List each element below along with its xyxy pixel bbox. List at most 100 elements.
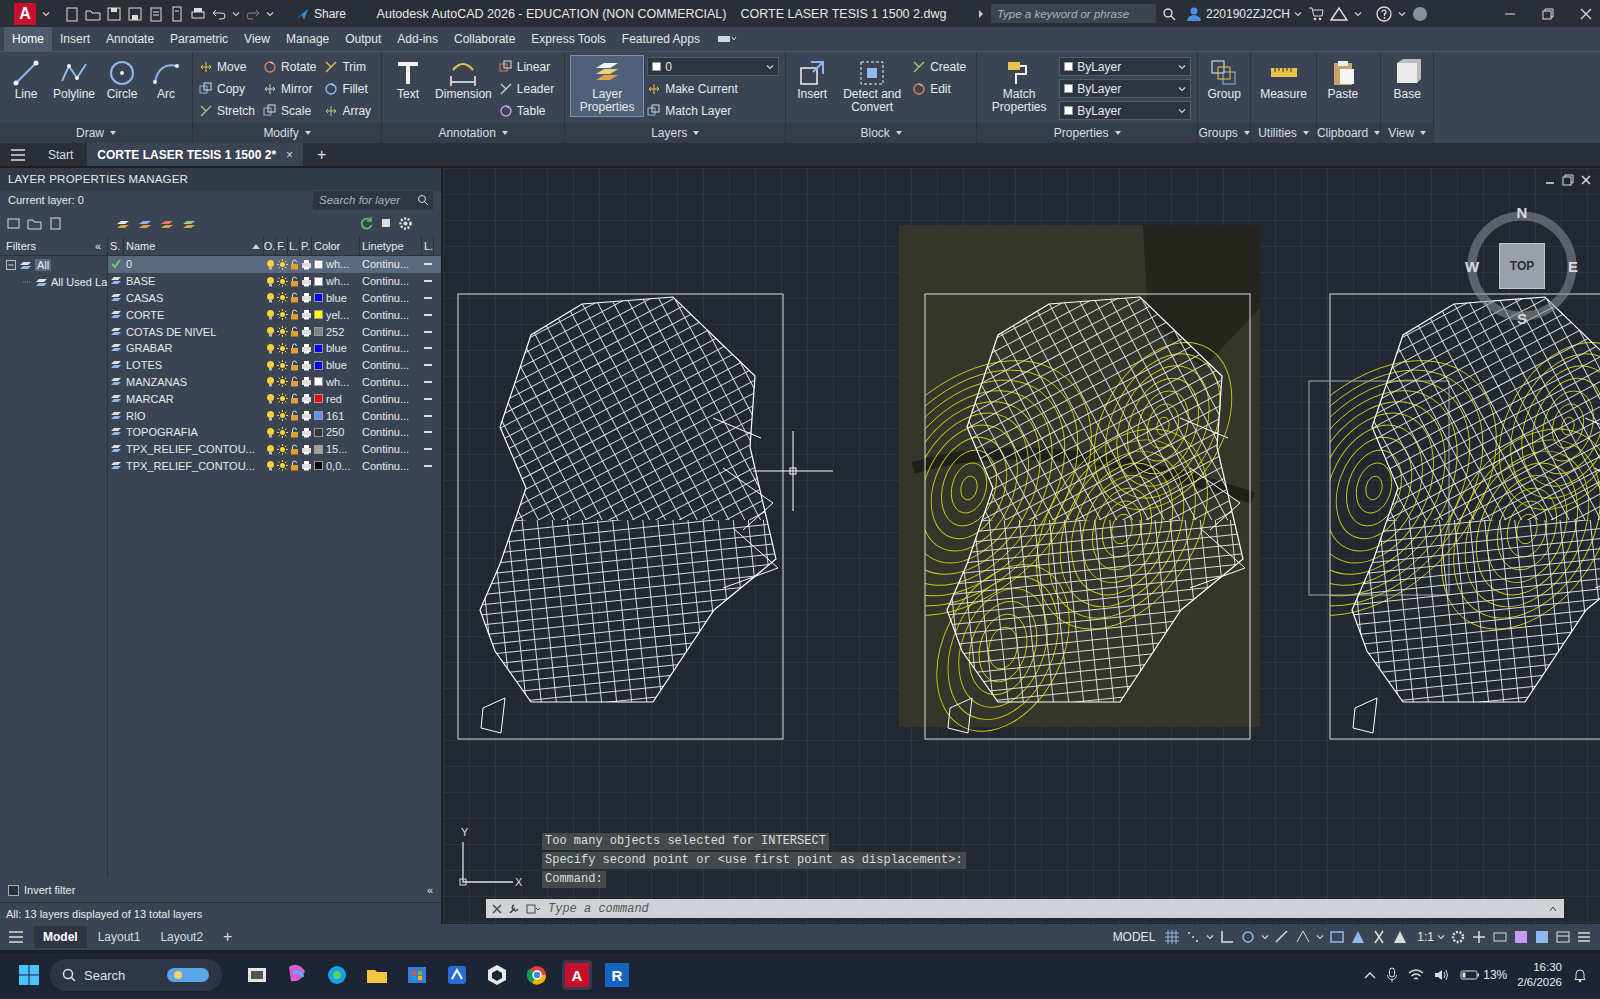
linetype-cell[interactable]: Continu... [360,390,422,407]
layer-row[interactable]: GRABARblueContinu... [108,340,441,357]
status-toggle-icon[interactable] [1371,929,1387,945]
ribbon-button[interactable]: Array [324,100,375,121]
panel-title[interactable]: Draw [0,123,192,143]
toolbar-icon[interactable] [64,6,80,22]
ribbon-tab[interactable]: Output [337,27,389,51]
wifi-icon[interactable] [1408,968,1424,982]
ribbon-button[interactable]: Measure [1257,56,1310,103]
cart-icon[interactable] [1308,6,1324,22]
close-icon[interactable] [492,904,502,914]
freeze-toggle[interactable] [276,424,288,441]
refresh-icon[interactable] [359,216,374,231]
color-cell[interactable]: blue [312,340,360,357]
status-toggle-icon[interactable] [1240,929,1256,945]
linetype-cell[interactable]: Continu... [360,357,422,374]
taskbar-app[interactable] [522,960,552,990]
color-cell[interactable]: yel... [312,306,360,323]
microphone-icon[interactable] [1386,967,1398,983]
layer-icon[interactable] [181,216,197,231]
layer-row[interactable]: 0wh...Continu... [108,256,441,273]
ribbon-button[interactable]: Paste [1323,56,1363,103]
user-account[interactable]: 2201902ZJ2CH [1186,6,1302,22]
layer-search-input[interactable] [317,193,417,207]
ribbon-tab[interactable]: Express Tools [523,27,613,51]
freeze-toggle[interactable] [276,458,288,475]
on-toggle[interactable] [264,256,276,273]
on-toggle[interactable] [264,407,276,424]
linetype-cell[interactable]: Continu... [360,256,422,273]
ribbon-button[interactable]: Table [499,100,558,121]
add-layout-button[interactable]: + [214,926,241,948]
on-toggle[interactable] [264,273,276,290]
linetype-cell[interactable]: Continu... [360,374,422,391]
ribbon-button[interactable]: Mirror [263,78,320,99]
ribbon-button[interactable]: Fillet [324,78,375,99]
taskbar-app[interactable]: A [562,960,592,990]
linetype-cell[interactable]: Continu... [360,273,422,290]
panel-title[interactable]: Layers [565,123,785,143]
plot-toggle[interactable] [300,340,312,357]
linetype-cell[interactable]: Continu... [360,458,422,475]
plot-toggle[interactable] [300,357,312,374]
ribbon-button[interactable]: Base [1387,56,1427,103]
on-toggle[interactable] [264,458,276,475]
on-toggle[interactable] [264,290,276,307]
status-toggle-icon[interactable] [1164,929,1180,945]
color-cell[interactable]: 252 [312,323,360,340]
panel-title[interactable]: Properties [977,123,1197,143]
ribbon-button[interactable]: Insert [792,56,832,103]
plot-toggle[interactable] [300,390,312,407]
filter-icon[interactable] [48,216,63,231]
freeze-toggle[interactable] [276,306,288,323]
search-input[interactable] [995,7,1152,21]
dropdown[interactable]: ByLayer [1059,79,1191,98]
layer-icon[interactable] [137,216,153,231]
plot-toggle[interactable] [300,458,312,475]
column-header[interactable]: S. [108,236,124,255]
layer-row[interactable]: MARCARredContinu... [108,390,441,407]
invert-filter-checkbox[interactable]: Invert filter [8,884,75,896]
panel-title[interactable]: View [1381,123,1433,143]
status-tool-icon[interactable] [1555,929,1571,945]
lock-toggle[interactable] [288,256,300,273]
minimize-icon[interactable] [1504,8,1516,20]
lock-toggle[interactable] [288,323,300,340]
status-toggle-icon[interactable] [1350,929,1366,945]
clock[interactable]: 16:302/6/2026 [1517,960,1562,990]
ribbon-button[interactable]: Make Current [647,78,779,99]
ribbon-button[interactable]: Group [1204,56,1244,103]
volume-icon[interactable] [1434,968,1450,982]
ribbon-button[interactable]: Polyline [50,56,98,103]
panel-title[interactable]: Block [786,123,976,143]
status-toggle-icon[interactable] [1274,929,1290,945]
lock-toggle[interactable] [288,340,300,357]
on-toggle[interactable] [264,340,276,357]
freeze-toggle[interactable] [276,323,288,340]
status-tool-icon[interactable] [1576,929,1592,945]
autodesk-icon[interactable] [1330,6,1348,22]
layer-row[interactable]: BASEwh...Continu... [108,273,441,290]
toolbar-icon[interactable] [245,6,261,22]
plot-toggle[interactable] [300,323,312,340]
toolbar-icon[interactable] [190,6,206,22]
ribbon-button[interactable]: Move [199,56,259,77]
tree-item[interactable]: All [0,256,107,273]
lock-toggle[interactable] [288,390,300,407]
document-tab[interactable]: CORTE LASER TESIS 1 1500 2*× [87,143,303,166]
layer-row[interactable]: MANZANASwh...Continu... [108,374,441,391]
restore-icon[interactable] [1542,8,1554,20]
plot-toggle[interactable] [300,273,312,290]
taskbar-app[interactable] [242,960,272,990]
ribbon-button[interactable]: Circle [102,56,142,103]
ribbon-button[interactable]: Copy [199,78,259,99]
linetype-cell[interactable]: Continu... [360,424,422,441]
toolbar-icon[interactable] [85,6,101,22]
color-cell[interactable]: 161 [312,407,360,424]
ribbon-button[interactable]: Layer Properties [571,56,643,116]
layout-tab[interactable]: Model [34,926,87,948]
dropdown[interactable]: ByLayer [1059,101,1191,120]
panel-title[interactable]: Clipboard [1317,123,1380,143]
ribbon-button[interactable]: Line [6,56,46,103]
ribbon-button[interactable]: Text [388,56,428,103]
freeze-toggle[interactable] [276,374,288,391]
